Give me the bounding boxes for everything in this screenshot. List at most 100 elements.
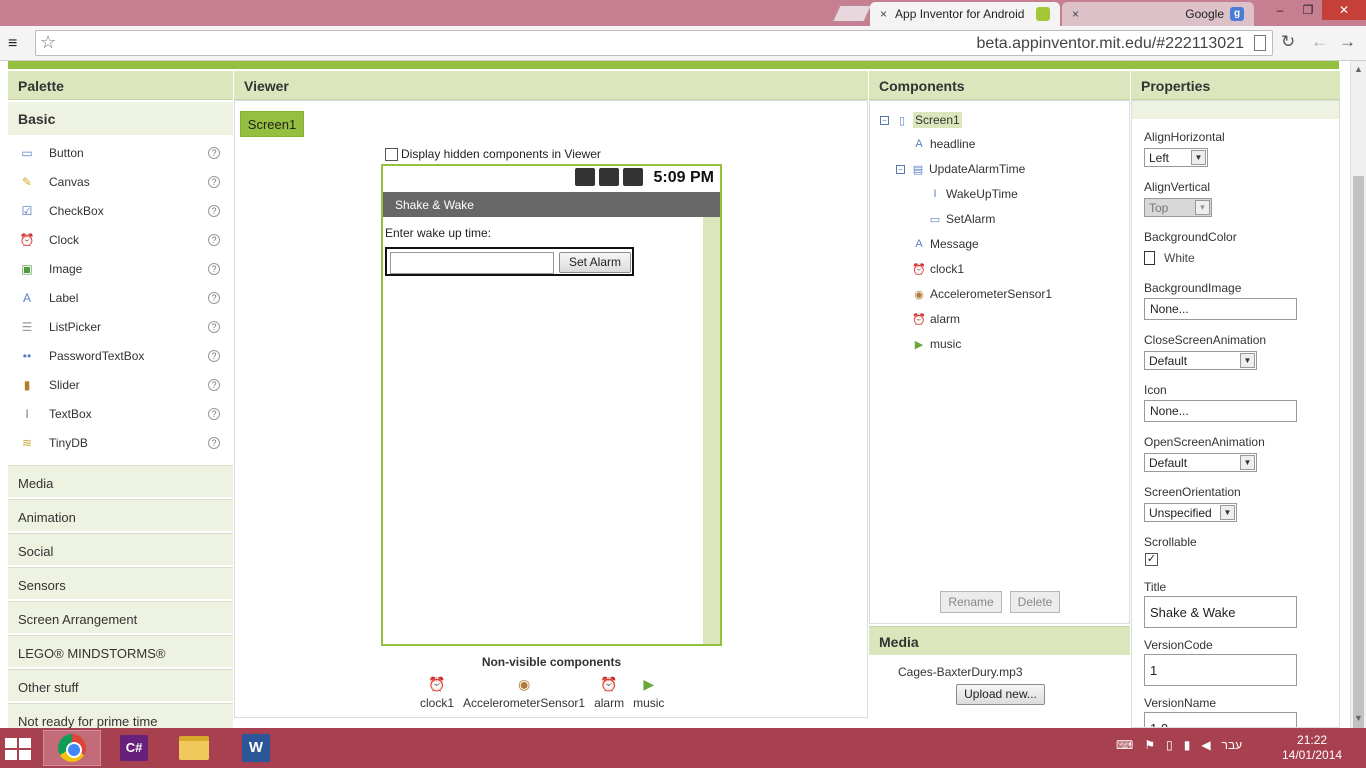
- palette-item[interactable]: ▮ Slider?: [8, 370, 233, 399]
- version-name-field[interactable]: 1.0: [1144, 712, 1297, 727]
- tree-item[interactable]: I WakeUpTime: [928, 187, 1017, 201]
- checkbox-box[interactable]: [385, 147, 398, 161]
- palette-section-basic[interactable]: Basic: [8, 102, 233, 135]
- flag-icon[interactable]: ⚑: [1144, 738, 1155, 752]
- forward-icon[interactable]: →: [1339, 32, 1356, 52]
- help-icon[interactable]: ?: [208, 378, 220, 391]
- page-icon[interactable]: [1254, 35, 1266, 51]
- help-icon[interactable]: ?: [208, 436, 220, 449]
- rename-button[interactable]: Rename: [940, 591, 1002, 613]
- headline-label[interactable]: Enter wake up time:: [385, 226, 491, 240]
- palette-item[interactable]: ▭ Button?: [8, 138, 233, 167]
- help-icon[interactable]: ?: [208, 320, 220, 333]
- page-scrollbar[interactable]: ▲ ▼: [1350, 61, 1366, 728]
- set-alarm-button[interactable]: Set Alarm: [559, 252, 631, 273]
- wake-up-time-input[interactable]: [390, 252, 554, 274]
- help-icon[interactable]: ?: [208, 262, 220, 275]
- help-icon[interactable]: ?: [208, 407, 220, 420]
- tree-item[interactable]: Aheadline: [912, 137, 975, 151]
- palette-drawer[interactable]: LEGO® MINDSTORMS®: [8, 635, 233, 667]
- dropdown-arrow-icon[interactable]: ▼: [1240, 353, 1255, 368]
- align-vertical-select[interactable]: Top ▼: [1144, 198, 1212, 217]
- tree-item[interactable]: ◉ AccelerometerSensor1: [912, 287, 1052, 301]
- palette-drawer[interactable]: Sensors: [8, 567, 233, 599]
- screen-orientation-select[interactable]: Unspecified ▼: [1144, 503, 1237, 522]
- color-swatch[interactable]: [1144, 251, 1155, 265]
- scroll-up-icon[interactable]: ▲: [1354, 64, 1363, 74]
- display-hidden-checkbox[interactable]: Display hidden components in Viewer: [385, 147, 601, 161]
- dropdown-arrow-icon[interactable]: ▼: [1191, 150, 1206, 165]
- close-tab-icon[interactable]: ×: [1072, 7, 1079, 21]
- reload-icon[interactable]: ↻: [1281, 32, 1295, 52]
- palette-drawer[interactable]: Animation: [8, 499, 233, 531]
- address-bar[interactable]: ☆ beta.appinventor.mit.edu/#222113021: [35, 30, 1273, 56]
- palette-drawer[interactable]: Media: [8, 465, 233, 497]
- tree-item[interactable]: A Message: [912, 237, 978, 251]
- palette-item[interactable]: ☰ ListPicker?: [8, 312, 233, 341]
- scrollable-checkbox[interactable]: ✓: [1145, 553, 1158, 566]
- screen1-button[interactable]: Screen1: [240, 111, 304, 137]
- nonvisible-component[interactable]: ⏰ clock1: [420, 676, 454, 710]
- tab-google[interactable]: × Google g: [1062, 2, 1254, 26]
- nonvisible-component[interactable]: ▶ music: [633, 676, 664, 710]
- nonvisible-component[interactable]: ⏰ alarm: [594, 676, 624, 710]
- help-icon[interactable]: ?: [208, 204, 220, 217]
- collapse-icon[interactable]: −: [896, 164, 905, 174]
- windows-start-icon[interactable]: [5, 738, 31, 760]
- title-field[interactable]: Shake & Wake: [1144, 596, 1297, 628]
- help-icon[interactable]: ?: [208, 233, 220, 246]
- tree-item[interactable]: ⏰ clock1: [912, 262, 964, 276]
- update-alarm-time-arrangement[interactable]: Set Alarm: [385, 247, 634, 276]
- dropdown-arrow-icon[interactable]: ▼: [1240, 455, 1255, 470]
- close-window-icon[interactable]: ✕: [1322, 0, 1366, 20]
- palette-drawer[interactable]: Other stuff: [8, 669, 233, 701]
- star-icon[interactable]: ☆: [40, 32, 56, 53]
- help-icon[interactable]: ?: [208, 291, 220, 304]
- background-color-picker[interactable]: White: [1144, 251, 1195, 265]
- tree-item[interactable]: ▶ music: [912, 337, 962, 351]
- volume-icon[interactable]: ◀: [1201, 738, 1210, 752]
- palette-item[interactable]: ☑ CheckBox?: [8, 196, 233, 225]
- battery-icon[interactable]: ▯: [1166, 738, 1173, 752]
- palette-item[interactable]: ≋ TinyDB?: [8, 428, 233, 457]
- palette-item[interactable]: ✎ Canvas?: [8, 167, 233, 196]
- palette-item[interactable]: A Label?: [8, 283, 233, 312]
- new-tab-button[interactable]: [832, 5, 872, 22]
- upload-new-button[interactable]: Upload new...: [956, 684, 1045, 705]
- taskbar-visual-csharp[interactable]: C#: [105, 730, 163, 766]
- nonvisible-component[interactable]: ◉ AccelerometerSensor1: [463, 676, 585, 710]
- palette-drawer[interactable]: Screen Arrangement: [8, 601, 233, 633]
- palette-drawer[interactable]: Social: [8, 533, 233, 565]
- back-icon[interactable]: ←: [1311, 32, 1328, 52]
- background-image-field[interactable]: None...: [1144, 298, 1297, 320]
- tree-item[interactable]: ⏰ alarm: [912, 312, 960, 326]
- restore-icon[interactable]: ❐: [1294, 0, 1322, 20]
- close-tab-icon[interactable]: ×: [880, 7, 887, 21]
- collapse-icon[interactable]: −: [880, 115, 889, 125]
- taskbar-clock[interactable]: 21:22 14/01/2014: [1282, 733, 1342, 763]
- help-icon[interactable]: ?: [208, 175, 220, 188]
- taskbar-chrome[interactable]: [43, 730, 101, 766]
- taskbar-word[interactable]: W: [227, 730, 285, 766]
- media-file[interactable]: Cages-BaxterDury.mp3: [898, 665, 1023, 679]
- taskbar-file-explorer[interactable]: [165, 730, 223, 766]
- palette-item[interactable]: •• PasswordTextBox?: [8, 341, 233, 370]
- language-indicator[interactable]: עבר: [1222, 738, 1243, 752]
- close-screen-animation-select[interactable]: Default ▼: [1144, 351, 1257, 370]
- tree-item[interactable]: − ▯ Screen1: [880, 112, 962, 128]
- open-screen-animation-select[interactable]: Default ▼: [1144, 453, 1257, 472]
- palette-item[interactable]: ▣ Image?: [8, 254, 233, 283]
- help-icon[interactable]: ?: [208, 146, 220, 159]
- menu-icon[interactable]: ≡: [8, 35, 17, 53]
- tab-app-inventor[interactable]: × App Inventor for Android: [870, 2, 1060, 26]
- icon-field[interactable]: None...: [1144, 400, 1297, 422]
- delete-button[interactable]: Delete: [1010, 591, 1060, 613]
- palette-item[interactable]: I TextBox?: [8, 399, 233, 428]
- dropdown-arrow-icon[interactable]: ▼: [1220, 505, 1235, 520]
- scrollbar-thumb[interactable]: [1353, 176, 1364, 728]
- version-code-field[interactable]: 1: [1144, 654, 1297, 686]
- dropdown-arrow-icon[interactable]: ▼: [1195, 200, 1210, 215]
- network-icon[interactable]: ▮: [1184, 738, 1191, 752]
- align-horizontal-select[interactable]: Left ▼: [1144, 148, 1208, 167]
- tree-item[interactable]: ▭ SetAlarm: [928, 212, 996, 226]
